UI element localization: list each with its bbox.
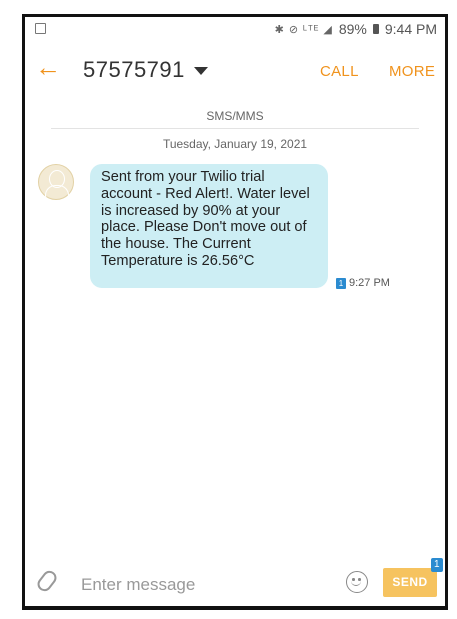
contact-selector[interactable]: 57575791 bbox=[83, 57, 208, 83]
battery-icon bbox=[372, 24, 379, 34]
message-bubble[interactable]: Sent from your Twilio trial account - Re… bbox=[90, 164, 328, 288]
battery-percent: 89% bbox=[338, 21, 367, 37]
back-arrow-icon[interactable]: ← bbox=[35, 54, 61, 80]
channel-label: SMS/MMS bbox=[206, 109, 264, 123]
message-meta: 1 9:27 PM bbox=[336, 277, 390, 289]
avatar-body bbox=[45, 185, 69, 198]
date-label: Tuesday, January 19, 2021 bbox=[162, 137, 308, 151]
emoji-mouth bbox=[351, 580, 361, 586]
emoji-icon[interactable] bbox=[346, 571, 368, 593]
message-input[interactable] bbox=[81, 574, 321, 596]
more-button[interactable]: MORE bbox=[389, 63, 435, 80]
contact-avatar[interactable] bbox=[38, 164, 74, 200]
attachment-icon[interactable] bbox=[34, 568, 60, 594]
screenshot-icon bbox=[35, 23, 46, 34]
status-icons: ✱ ⊘ ᴸᵀᴱ ◢ bbox=[274, 23, 333, 36]
channel-divider bbox=[51, 128, 419, 129]
send-label: SEND bbox=[392, 575, 428, 589]
status-bar: ✱ ⊘ ᴸᵀᴱ ◢ 89% 9:44 PM bbox=[25, 17, 445, 43]
contact-number: 57575791 bbox=[83, 57, 185, 82]
dropdown-caret-icon bbox=[193, 67, 208, 76]
message-time: 9:27 PM bbox=[349, 277, 390, 289]
status-right: ✱ ⊘ ᴸᵀᴱ ◢ 89% 9:44 PM bbox=[275, 21, 437, 37]
conversation-header: ← 57575791 CALL MORE bbox=[25, 47, 445, 93]
call-button[interactable]: CALL bbox=[320, 63, 359, 80]
sim-badge: 1 bbox=[336, 277, 346, 289]
status-time: 9:44 PM bbox=[384, 21, 437, 37]
message-composer: SEND 1 bbox=[25, 558, 445, 606]
phone-screen: ✱ ⊘ ᴸᵀᴱ ◢ 89% 9:44 PM ← 57575791 CALL MO… bbox=[22, 14, 448, 610]
send-sim-badge: 1 bbox=[431, 558, 443, 572]
send-button[interactable]: SEND 1 bbox=[383, 558, 443, 597]
